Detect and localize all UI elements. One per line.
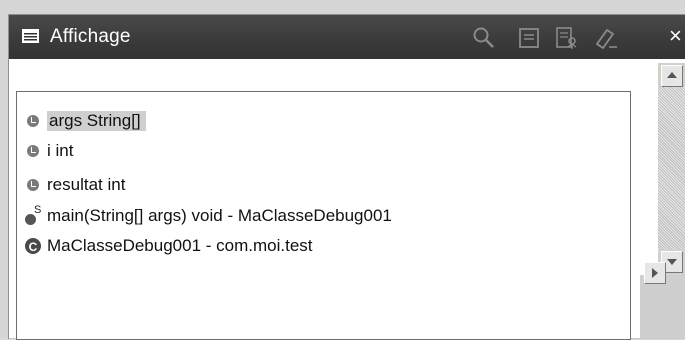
static-marker: S (34, 204, 42, 216)
list-item[interactable]: args String[] (25, 108, 146, 134)
inspect-icon[interactable] (554, 25, 580, 51)
scrollbar-track[interactable] (658, 87, 685, 253)
item-label: args String[] (47, 111, 146, 131)
static-method-icon: S (25, 204, 41, 225)
list-item[interactable]: resultat int (25, 172, 125, 198)
search-icon[interactable] (471, 25, 497, 51)
view-icon (22, 29, 39, 43)
field-icon (25, 113, 41, 129)
item-label: i int (47, 141, 74, 160)
arrow-down-icon (667, 259, 677, 265)
item-label: MaClasseDebug001 - com.moi.test (47, 236, 313, 255)
class-icon: C (25, 238, 41, 254)
content-assist-popup: args String[] i int resultat int S main(… (16, 91, 631, 340)
close-icon[interactable]: × (669, 23, 682, 49)
list-item[interactable]: C MaClasseDebug001 - com.moi.test (25, 233, 313, 259)
scroll-right-button[interactable] (644, 262, 666, 284)
scroll-up-button[interactable] (661, 65, 683, 87)
view-title: Affichage (50, 26, 131, 47)
field-icon (25, 143, 41, 159)
document-icon[interactable] (516, 25, 542, 51)
arrow-up-icon (667, 72, 677, 78)
status-area (640, 262, 685, 338)
list-item[interactable]: S main(String[] args) void - MaClasseDeb… (25, 203, 392, 229)
view-title-bar: Affichage × (9, 15, 685, 59)
item-label: main(String[] args) void - MaClasseDebug… (47, 206, 392, 225)
field-icon (25, 177, 41, 193)
list-item[interactable]: i int (25, 138, 73, 164)
vertical-scrollbar[interactable] (658, 63, 685, 275)
clear-icon[interactable] (593, 25, 619, 51)
arrow-right-icon (652, 268, 658, 278)
item-label: resultat int (47, 175, 126, 194)
